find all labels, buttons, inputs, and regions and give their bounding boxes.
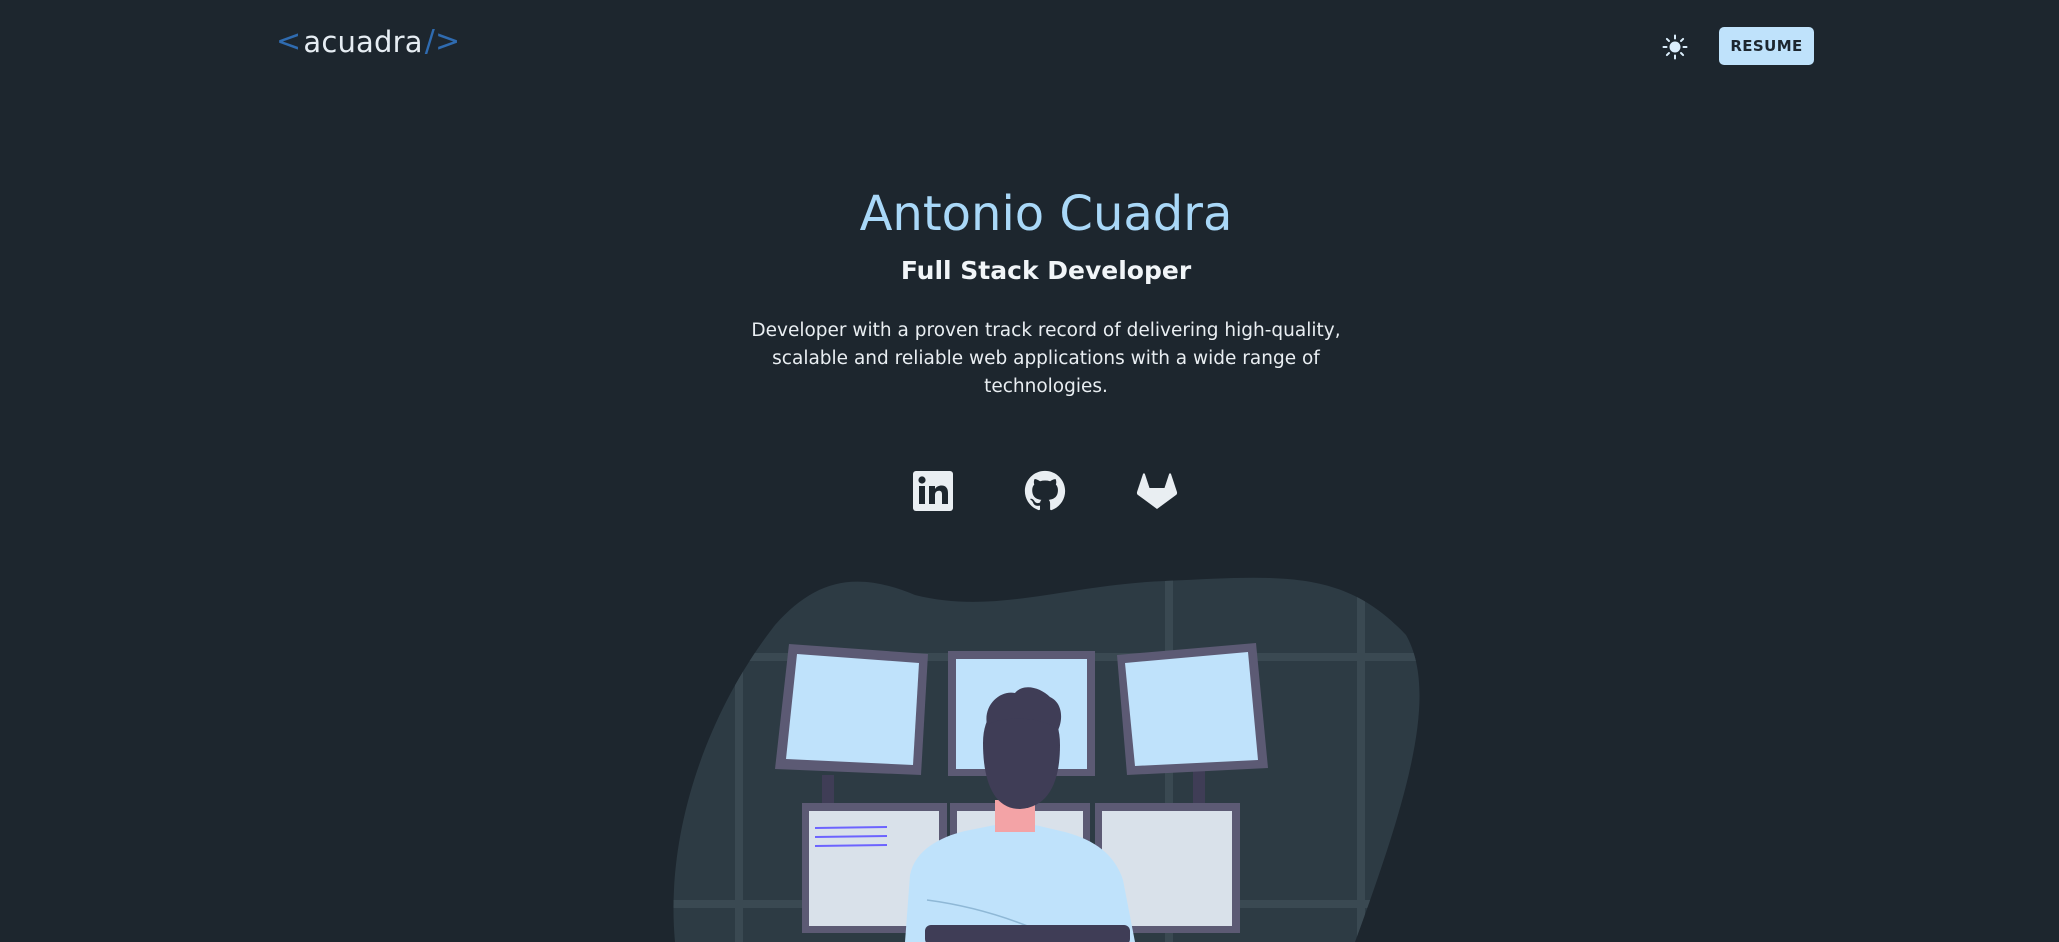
gitlab-icon xyxy=(1136,473,1178,509)
resume-button[interactable]: RESUME xyxy=(1719,27,1814,65)
hero-name: Antonio Cuadra xyxy=(859,186,1233,242)
logo-open-bracket: < xyxy=(276,24,302,59)
linkedin-link[interactable] xyxy=(912,470,954,512)
github-link[interactable] xyxy=(1024,470,1066,512)
sun-icon xyxy=(1662,34,1688,60)
linkedin-icon xyxy=(913,471,953,511)
logo-close-bracket: /> xyxy=(424,24,461,59)
hero-description: Developer with a proven track record of … xyxy=(751,320,1341,397)
gitlab-link[interactable] xyxy=(1136,470,1178,512)
hero-illustration xyxy=(673,577,1420,942)
social-links xyxy=(912,470,1178,512)
theme-toggle-button[interactable] xyxy=(1658,30,1692,64)
github-icon xyxy=(1024,470,1066,511)
logo-text: acuadra xyxy=(303,24,423,59)
site-logo[interactable]: < acuadra /> xyxy=(276,24,460,59)
hero-role: Full Stack Developer xyxy=(900,256,1192,285)
